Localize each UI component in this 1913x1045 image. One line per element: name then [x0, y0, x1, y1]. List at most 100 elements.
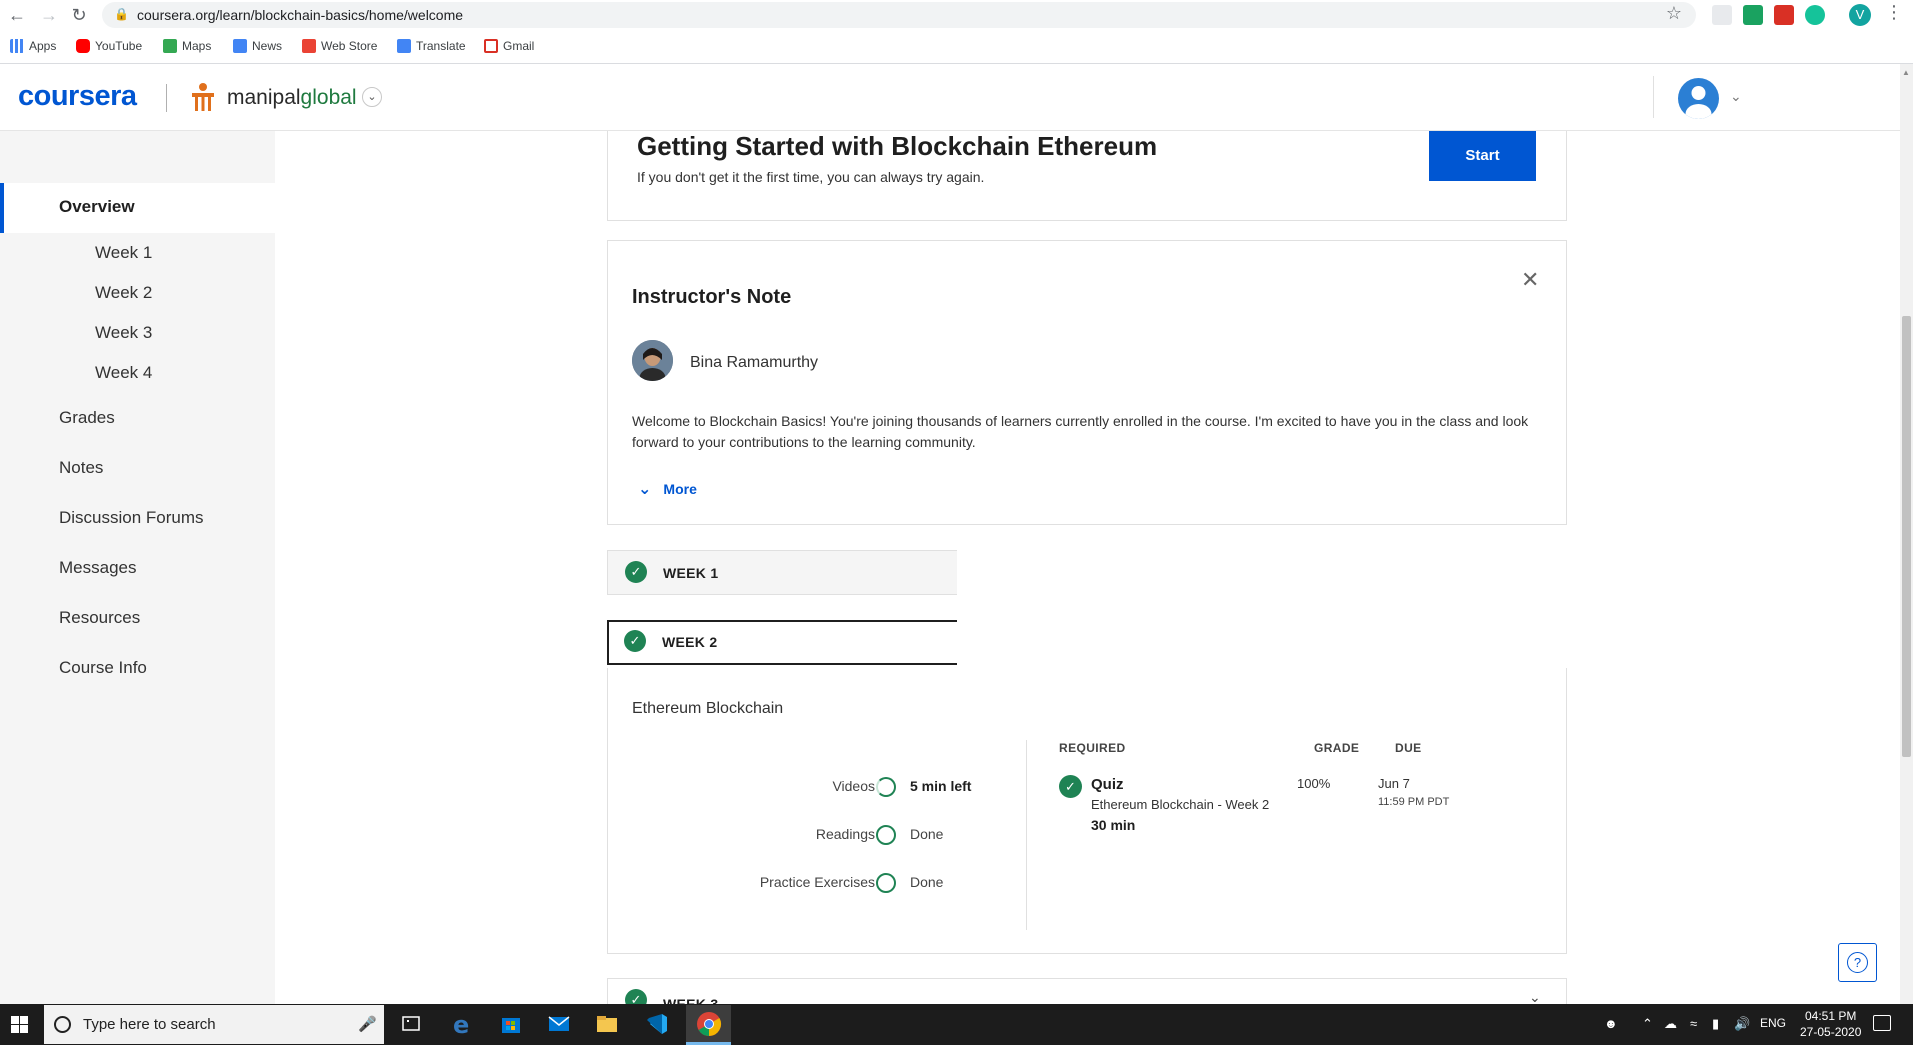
extension-icon[interactable] — [1743, 5, 1763, 25]
progress-label-practice: Practice Exercises — [759, 874, 875, 890]
scroll-up-arrow-icon[interactable]: ▲ — [1902, 68, 1910, 77]
wifi-icon[interactable]: ≈ — [1690, 1016, 1697, 1031]
progress-value-readings: Done — [910, 826, 944, 842]
chevron-down-icon[interactable]: ⌄ — [362, 87, 382, 107]
cortana-icon — [54, 1016, 71, 1033]
store-icon[interactable] — [498, 1011, 524, 1037]
start-button[interactable]: Start — [1429, 131, 1536, 181]
bookmark-youtube[interactable]: YouTube — [76, 39, 142, 53]
quiz-type[interactable]: Quiz — [1091, 776, 1124, 793]
notification-center-icon[interactable] — [1873, 1015, 1891, 1031]
progress-ring-icon — [876, 825, 896, 845]
volume-icon[interactable]: 🔊 — [1734, 1016, 1750, 1032]
sidebar-item-week-2[interactable]: Week 2 — [95, 283, 152, 303]
task-view-icon[interactable] — [398, 1011, 424, 1037]
week-3-header[interactable]: ✓ WEEK 3 ⌄ — [607, 978, 1567, 1004]
reload-icon[interactable]: ↻ — [66, 4, 92, 26]
sidebar-item-course-info[interactable]: Course Info — [59, 658, 147, 678]
scrollbar-thumb[interactable] — [1902, 316, 1911, 757]
checkmark-icon: ✓ — [624, 630, 646, 652]
sidebar-item-week-4[interactable]: Week 4 — [95, 363, 152, 383]
manipal-logo-icon — [192, 83, 214, 111]
header-divider — [166, 84, 167, 112]
bookmark-label: YouTube — [95, 39, 143, 53]
chevron-up-icon[interactable]: ⌃ — [1642, 1016, 1653, 1032]
progress-value-practice: Done — [910, 874, 944, 890]
week-1-header[interactable]: ✓ WEEK 1 — [607, 550, 957, 595]
instructor-note-title: Instructor's Note — [632, 286, 792, 308]
progress-ring-icon — [876, 873, 896, 893]
language-indicator[interactable]: ENG — [1760, 1016, 1786, 1030]
lock-icon: 🔒 — [114, 7, 129, 21]
close-icon[interactable]: ✕ — [1521, 267, 1539, 293]
url-text[interactable]: coursera.org/learn/blockchain-basics/hom… — [137, 7, 463, 23]
bookmark-webstore[interactable]: Web Store — [302, 39, 377, 53]
bookmark-translate[interactable]: Translate — [397, 39, 466, 53]
org-name-prefix: manipal — [227, 86, 301, 109]
people-icon[interactable]: ☻ — [1604, 1016, 1618, 1031]
chevron-down-icon: ⌄ — [638, 481, 652, 498]
sidebar-item-discussion-forums[interactable]: Discussion Forums — [59, 508, 204, 528]
address-bar[interactable]: 🔒 coursera.org/learn/blockchain-basics/h… — [102, 2, 1696, 28]
chrome-taskbar-button[interactable] — [686, 1005, 731, 1045]
sidebar-item-grades[interactable]: Grades — [59, 408, 115, 428]
taskbar-search-placeholder: Type here to search — [83, 1016, 216, 1033]
quiz-duration: 30 min — [1091, 817, 1136, 833]
instructor-photo-icon — [632, 340, 673, 381]
quiz-due-date: Jun 7 — [1378, 776, 1410, 791]
sidebar-item-resources[interactable]: Resources — [59, 608, 140, 628]
file-explorer-icon[interactable] — [594, 1011, 620, 1037]
browser-menu-icon[interactable]: ⋮ — [1885, 2, 1903, 23]
sidebar-item-week-3[interactable]: Week 3 — [95, 323, 152, 343]
sidebar-item-label: Overview — [59, 197, 135, 216]
pocket-extension-icon[interactable] — [1774, 5, 1794, 25]
bookmark-apps[interactable]: Apps — [10, 39, 56, 53]
browser-profile-avatar[interactable]: V — [1849, 4, 1871, 26]
bookmark-star-icon[interactable]: ☆ — [1666, 3, 1682, 24]
quiz-title[interactable]: Ethereum Blockchain - Week 2 — [1091, 797, 1269, 812]
quiz-grade: 100% — [1297, 776, 1331, 791]
sidebar-item-overview[interactable]: Overview — [0, 183, 275, 233]
sidebar-item-messages[interactable]: Messages — [59, 558, 136, 578]
chevron-down-icon[interactable]: ⌄ — [1730, 88, 1742, 105]
bookmark-label: Apps — [29, 39, 57, 53]
org-name[interactable]: manipalglobal — [227, 86, 357, 110]
bookmark-gmail[interactable]: Gmail — [484, 39, 534, 53]
quiz-due-time: 11:59 PM PDT — [1378, 796, 1450, 808]
bookmark-label: Translate — [416, 39, 466, 53]
microphone-icon[interactable]: 🎤 — [358, 1015, 377, 1033]
column-header-required: REQUIRED — [1059, 741, 1126, 755]
bookmark-label: Web Store — [321, 39, 378, 53]
youtube-icon — [76, 39, 90, 53]
grammarly-extension-icon[interactable] — [1805, 5, 1825, 25]
help-button[interactable]: ? — [1838, 943, 1877, 982]
week-label: WEEK 2 — [662, 634, 718, 650]
week-2-header[interactable]: ✓ WEEK 2 — [607, 620, 957, 665]
bookmark-maps[interactable]: Maps — [163, 39, 211, 53]
windows-start-icon[interactable] — [11, 1016, 28, 1033]
user-avatar[interactable] — [1678, 78, 1719, 119]
more-link[interactable]: ⌄ More — [638, 479, 697, 499]
mail-icon[interactable] — [546, 1011, 572, 1037]
sidebar-item-week-1[interactable]: Week 1 — [95, 243, 152, 263]
site-header: coursera manipalglobal ⌄ ⌄ — [0, 64, 1900, 131]
edge-browser-icon[interactable]: e — [449, 1011, 475, 1039]
back-icon[interactable]: ← — [4, 4, 30, 26]
sidebar-item-notes[interactable]: Notes — [59, 458, 103, 478]
windows-taskbar: Type here to search 🎤 e ☻ ⌃ ☁ ≈ ▮ 🔊 ENG … — [0, 1004, 1913, 1045]
bookmark-label: Maps — [182, 39, 212, 53]
extension-icon[interactable] — [1712, 5, 1732, 25]
forward-icon[interactable]: → — [36, 4, 62, 26]
battery-icon[interactable]: ▮ — [1712, 1016, 1719, 1032]
progress-ring-icon — [876, 777, 896, 797]
checkmark-icon: ✓ — [625, 561, 647, 583]
org-name-suffix: global — [300, 86, 357, 109]
bookmark-news[interactable]: News — [233, 39, 282, 53]
taskbar-clock[interactable]: 04:51 PM 27-05-2020 — [1800, 1008, 1861, 1040]
vscode-icon[interactable] — [644, 1011, 670, 1037]
chevron-down-icon[interactable]: ⌄ — [1529, 989, 1541, 1004]
coursera-logo[interactable]: coursera — [18, 80, 137, 113]
taskbar-search-box[interactable]: Type here to search 🎤 — [44, 1005, 384, 1044]
translate-icon — [397, 39, 411, 53]
onedrive-icon[interactable]: ☁ — [1664, 1016, 1677, 1032]
